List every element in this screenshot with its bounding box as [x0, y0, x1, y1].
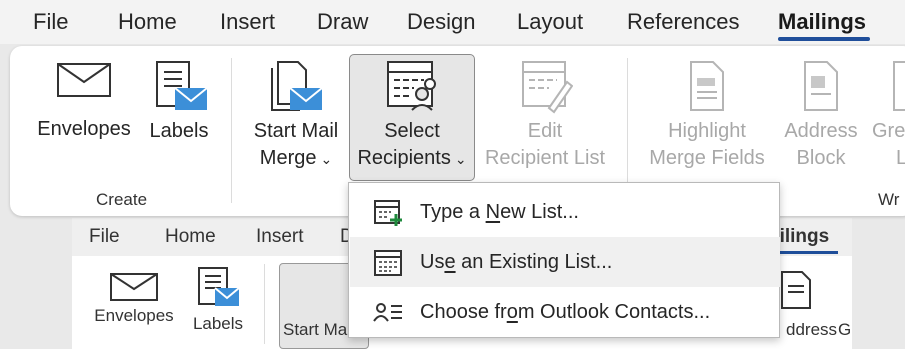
bg-address-block-partial: [780, 270, 812, 314]
envelope-icon: [57, 63, 111, 97]
greeting-line-button-partial[interactable]: Gre L: [872, 60, 905, 172]
new-list-icon: [374, 200, 402, 226]
tab-references[interactable]: References: [627, 9, 740, 35]
select-recipients-button[interactable]: Select Recipients ⌄: [351, 60, 473, 173]
start-mail-merge-button[interactable]: Start Mail Merge ⌄: [248, 60, 344, 173]
group-separator: [231, 58, 232, 203]
menu-item-label: Choose from Outlook Contacts...: [420, 301, 711, 323]
ribbon-tab-bar: File Home Insert Draw Design Layout Refe…: [0, 0, 905, 44]
address-block-button[interactable]: Address Block: [778, 60, 864, 172]
menu-item-label: Type a New List...: [420, 201, 579, 223]
tab-draw[interactable]: Draw: [317, 9, 368, 35]
highlight-merge-fields-button[interactable]: Highlight Merge Fields: [641, 60, 773, 172]
bg-labels: Labels: [186, 266, 250, 334]
bg-tab-home: Home: [165, 226, 216, 247]
bg-address-partial-label: ddress: [786, 320, 838, 339]
tab-design[interactable]: Design: [407, 9, 475, 35]
tab-mailings[interactable]: Mailings: [778, 9, 866, 35]
tab-insert[interactable]: Insert: [220, 9, 275, 35]
select-recipients-menu: Type a New List... Use an Existing List.…: [348, 182, 780, 338]
bg-tab-insert: Insert: [256, 226, 304, 247]
select-recipients-icon: [387, 61, 436, 111]
greeting-line-icon: [893, 61, 905, 111]
menu-item-type-new-list[interactable]: Type a New List...: [350, 187, 780, 237]
bg-greeting-partial-label: G: [838, 320, 852, 339]
highlight-merge-fields-icon: [690, 61, 724, 111]
chevron-down-icon: ⌄: [454, 151, 467, 167]
tab-layout[interactable]: Layout: [517, 9, 583, 35]
group-label-write-partial: Wr: [878, 190, 900, 209]
chevron-down-icon: ⌄: [320, 151, 333, 167]
address-block-icon: [804, 61, 838, 111]
labels-button[interactable]: Labels: [147, 60, 211, 145]
tab-home[interactable]: Home: [118, 9, 177, 35]
edit-recipient-list-icon: [522, 61, 573, 114]
menu-item-use-existing-list[interactable]: Use an Existing List...: [350, 237, 780, 287]
existing-list-icon: [374, 250, 402, 276]
group-label-create: Create: [96, 190, 148, 209]
bg-active-tab-indicator: [770, 251, 838, 254]
envelopes-button[interactable]: Envelopes: [34, 62, 134, 143]
outlook-contacts-icon: [373, 303, 402, 322]
bg-address-block-icon: [781, 271, 811, 309]
bg-start-mail-partial: Start Ma: [283, 320, 348, 339]
tab-file[interactable]: File: [33, 9, 68, 35]
bg-tab-file: File: [89, 226, 120, 247]
active-tab-indicator: [778, 37, 870, 41]
bg-envelopes: Envelopes: [90, 272, 178, 326]
menu-item-label: Use an Existing List...: [420, 251, 613, 273]
menu-item-choose-outlook-contacts[interactable]: Choose from Outlook Contacts...: [350, 287, 780, 337]
labels-icon: [156, 61, 208, 110]
bg-envelope-icon: [110, 273, 158, 301]
edit-recipient-list-button[interactable]: Edit Recipient List: [481, 60, 609, 172]
start-mail-merge-icon: [271, 61, 323, 111]
bg-labels-icon: [198, 267, 240, 306]
